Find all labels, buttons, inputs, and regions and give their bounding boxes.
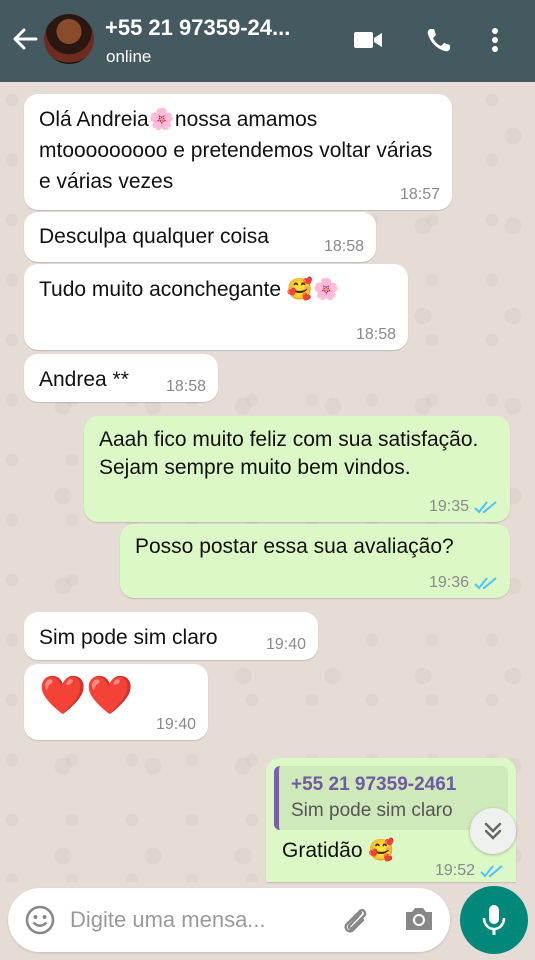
read-receipt-icon xyxy=(474,577,497,590)
more-vertical-icon[interactable] xyxy=(486,26,504,54)
message-time: 19:36 xyxy=(429,574,498,592)
scroll-to-bottom-button[interactable] xyxy=(470,808,516,854)
message-time: 18:58 xyxy=(355,326,396,343)
message-time: 18:58 xyxy=(165,378,206,395)
message-time: 19:52 xyxy=(435,862,504,880)
message-text: Posso postar essa sua avaliação? xyxy=(135,535,454,558)
quoted-text: Sim pode sim claro xyxy=(291,800,453,821)
microphone-button[interactable] xyxy=(460,886,528,954)
message-text: ❤️❤️ xyxy=(39,675,134,717)
microphone-icon xyxy=(482,905,506,935)
message-text: Aaah fico muito feliz com sua satisfação… xyxy=(99,428,479,479)
message-text: Desculpa qualquer coisa xyxy=(39,225,269,248)
message-time: 18:58 xyxy=(323,238,364,255)
message-outgoing[interactable]: Aaah fico muito feliz com sua satisfação… xyxy=(84,416,510,522)
message-time: 19:40 xyxy=(265,636,306,653)
message-incoming[interactable]: Andrea ** 18:58 xyxy=(24,354,218,402)
message-time: 19:40 xyxy=(155,716,196,733)
message-composer xyxy=(8,888,450,952)
contact-status: online xyxy=(106,47,152,66)
message-incoming[interactable]: Tudo muito aconchegante 🥰🌸 18:58 xyxy=(24,264,408,350)
double-chevron-down-icon xyxy=(484,822,502,840)
camera-icon[interactable] xyxy=(402,904,436,934)
quoted-sender: +55 21 97359-2461 xyxy=(291,774,457,795)
contact-name[interactable]: +55 21 97359-24... xyxy=(105,15,340,41)
message-incoming[interactable]: Sim pode sim claro 19:40 xyxy=(24,612,318,660)
message-incoming[interactable]: Desculpa qualquer coisa 18:58 xyxy=(24,212,376,262)
message-text: Sim pode sim claro xyxy=(39,626,218,649)
message-input[interactable] xyxy=(70,902,320,938)
video-call-icon[interactable] xyxy=(352,26,384,54)
read-receipt-icon xyxy=(480,865,503,878)
phone-icon[interactable] xyxy=(424,26,456,54)
message-list[interactable]: Olá Andreia🌸nossa amamos mtooooooooo e p… xyxy=(0,82,535,882)
message-outgoing[interactable]: Posso postar essa sua avaliação? 19:36 xyxy=(120,524,510,598)
message-time: 19:35 xyxy=(429,498,498,516)
read-receipt-icon xyxy=(474,501,497,514)
message-incoming[interactable]: Olá Andreia🌸nossa amamos mtooooooooo e p… xyxy=(24,94,452,210)
paperclip-icon[interactable] xyxy=(338,904,372,938)
avatar[interactable] xyxy=(44,14,94,64)
chat-header: +55 21 97359-24... online xyxy=(0,0,535,82)
emoji-icon[interactable] xyxy=(24,904,56,936)
message-time: 18:57 xyxy=(399,186,440,203)
message-text: Tudo muito aconchegante 🥰🌸 xyxy=(39,278,340,301)
back-arrow-icon[interactable] xyxy=(10,24,40,54)
message-incoming[interactable]: ❤️❤️ 19:40 xyxy=(24,664,208,740)
message-text: Olá Andreia🌸nossa amamos mtooooooooo e p… xyxy=(39,108,433,193)
